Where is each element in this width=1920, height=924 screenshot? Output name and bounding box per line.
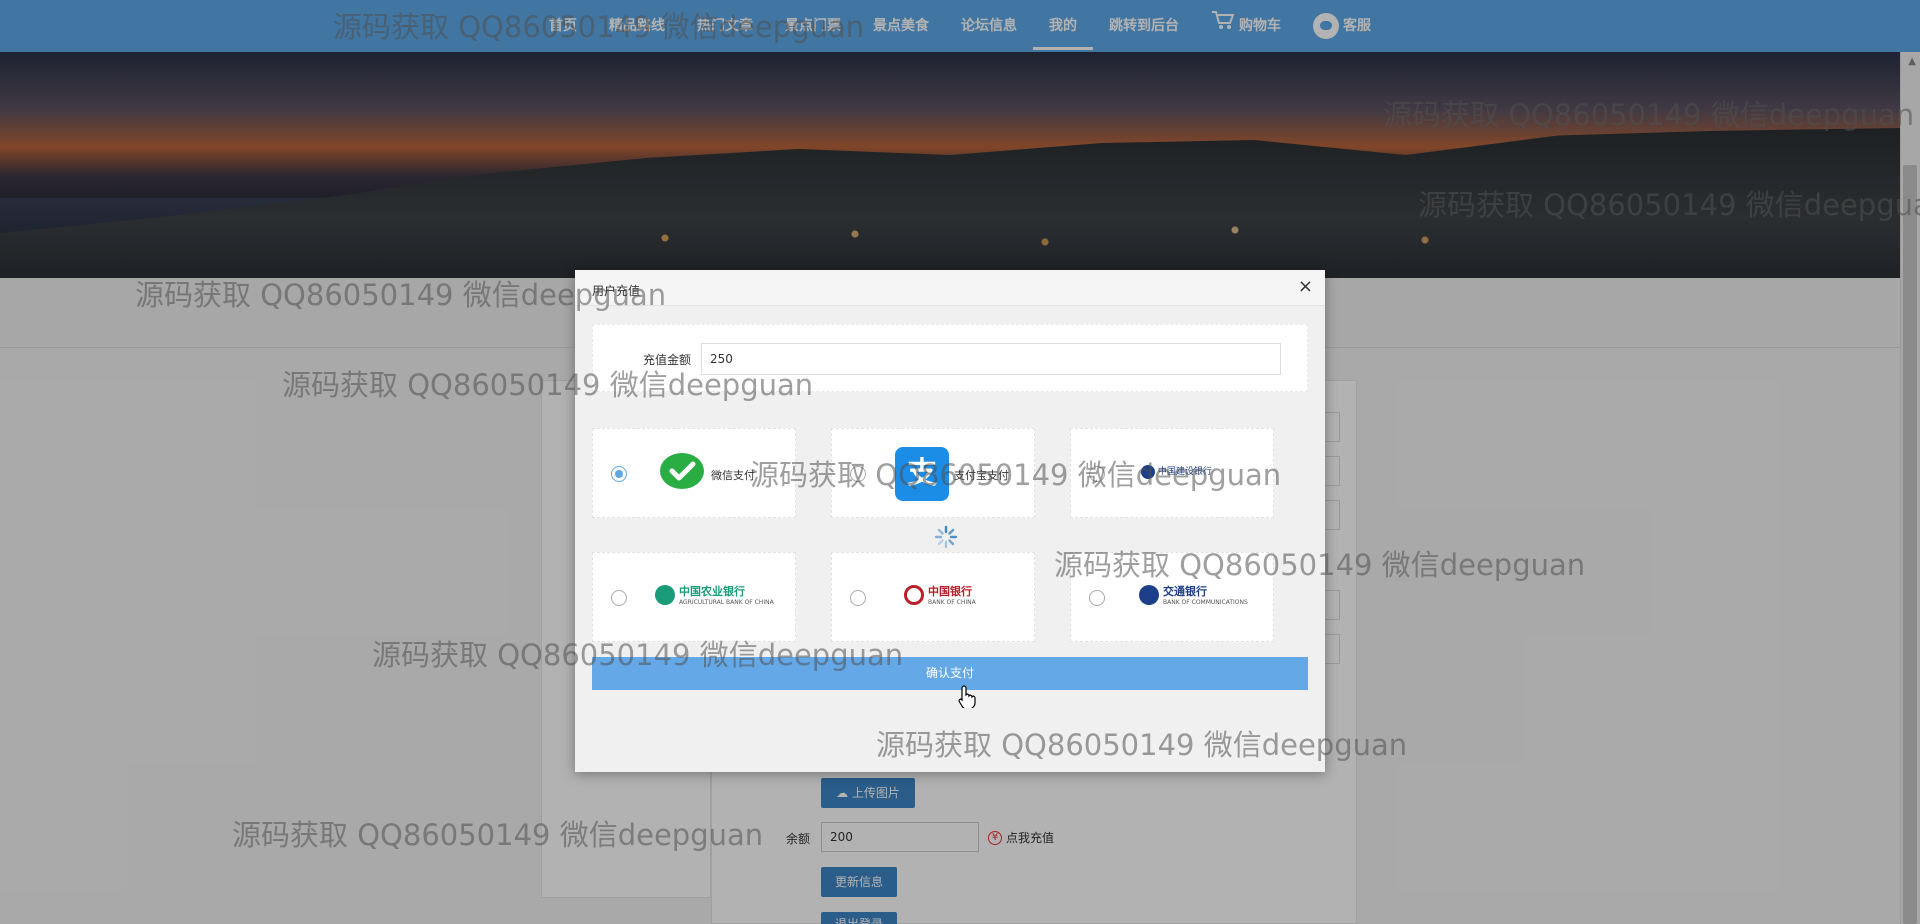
amount-section: 充值金额 bbox=[592, 324, 1308, 392]
radio-ccb[interactable] bbox=[1089, 466, 1105, 482]
modal-header: 用户充值 × bbox=[575, 270, 1325, 306]
payment-option-abc[interactable]: 中国农业银行 AGRICULTURAL BANK OF CHINA bbox=[592, 552, 796, 642]
boc-subtitle: BANK OF CHINA bbox=[928, 599, 976, 606]
boc-logo: 中国银行 BANK OF CHINA bbox=[904, 583, 976, 606]
wechat-pay-icon bbox=[660, 453, 704, 489]
ccb-icon bbox=[1141, 464, 1155, 479]
payment-option-boc[interactable]: 中国银行 BANK OF CHINA bbox=[831, 552, 1035, 642]
bocom-text: 交通银行 BANK OF COMMUNICATIONS bbox=[1163, 583, 1248, 606]
payment-option-ccb[interactable]: 中国建设银行 bbox=[1070, 428, 1274, 518]
payment-option-alipay[interactable]: 支 支付宝支付 bbox=[831, 428, 1035, 518]
recharge-modal: 用户充值 × 充值金额 微信支付 支 支付宝支付 中国建设银行 中国农业银行AG… bbox=[575, 270, 1325, 772]
boc-icon bbox=[904, 584, 924, 605]
radio-abc[interactable] bbox=[611, 590, 627, 606]
amount-label: 充值金额 bbox=[643, 353, 692, 367]
bocom-label: 交通银行 bbox=[1163, 585, 1207, 598]
ccb-label: 中国建设银行 bbox=[1157, 467, 1212, 477]
boc-text: 中国银行 BANK OF CHINA bbox=[928, 583, 976, 606]
abc-label: 中国农业银行 bbox=[679, 585, 745, 598]
payment-option-wechat[interactable]: 微信支付 bbox=[592, 428, 796, 518]
confirm-payment-button[interactable]: 确认支付 bbox=[592, 657, 1308, 690]
modal-title: 用户充值 bbox=[592, 284, 641, 298]
bocom-icon bbox=[1139, 584, 1159, 605]
hand-cursor-icon bbox=[958, 685, 976, 708]
close-icon[interactable]: × bbox=[1298, 278, 1313, 296]
loading-spinner-icon bbox=[934, 525, 958, 549]
abc-subtitle: AGRICULTURAL BANK OF CHINA bbox=[679, 599, 774, 606]
radio-alipay[interactable] bbox=[850, 466, 866, 482]
radio-boc[interactable] bbox=[850, 590, 866, 606]
boc-label: 中国银行 bbox=[928, 585, 972, 598]
payment-option-bocom[interactable]: 交通银行 BANK OF COMMUNICATIONS bbox=[1070, 552, 1274, 642]
wechat-pay-label: 微信支付 bbox=[711, 469, 755, 482]
radio-wechat[interactable] bbox=[611, 466, 627, 482]
alipay-icon: 支 bbox=[895, 447, 949, 501]
ccb-logo: 中国建设银行 bbox=[1141, 464, 1212, 479]
abc-icon bbox=[655, 584, 675, 605]
bocom-logo: 交通银行 BANK OF COMMUNICATIONS bbox=[1139, 583, 1248, 606]
abc-logo: 中国农业银行 AGRICULTURAL BANK OF CHINA bbox=[655, 583, 774, 606]
abc-text: 中国农业银行 AGRICULTURAL BANK OF CHINA bbox=[679, 583, 774, 606]
amount-input[interactable] bbox=[701, 343, 1281, 375]
alipay-label: 支付宝支付 bbox=[954, 469, 1009, 482]
radio-bocom[interactable] bbox=[1089, 590, 1105, 606]
bocom-subtitle: BANK OF COMMUNICATIONS bbox=[1163, 599, 1248, 606]
